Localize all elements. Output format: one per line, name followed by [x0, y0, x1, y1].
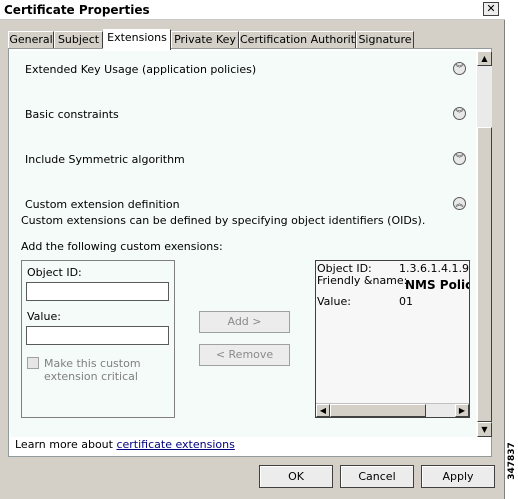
chevron-double-down-icon[interactable]: ︾: [453, 62, 466, 75]
ok-button[interactable]: OK: [259, 465, 333, 488]
panel-scroll-thumb[interactable]: [477, 127, 492, 422]
list-row-value: NMS Policy: [405, 278, 469, 292]
list-scroll-thumb[interactable]: [330, 404, 426, 417]
cancel-button[interactable]: Cancel: [340, 465, 414, 488]
tab-subject[interactable]: Subject: [54, 31, 103, 49]
custom-extension-input-group: Object ID: Value: Make this custom exten…: [21, 260, 175, 418]
tab-signature[interactable]: Signature: [356, 31, 414, 49]
extensions-scroll-area: Extended Key Usage (application policies…: [10, 51, 476, 437]
add-custom-extensions-label: Add the following custom exensions:: [21, 240, 223, 253]
object-id-input[interactable]: [26, 282, 169, 301]
custom-extension-list[interactable]: Object ID: 1.3.6.1.4.1.9. Friendly &name…: [315, 260, 470, 418]
custom-extension-description: Custom extensions can be defined by spec…: [21, 214, 426, 227]
close-icon: ✕: [486, 2, 496, 15]
value-label: Value:: [27, 310, 61, 323]
chevron-double-down-icon[interactable]: ︾: [453, 107, 466, 120]
remove-extension-button[interactable]: < Remove: [199, 344, 290, 366]
list-row-key: Value:: [317, 295, 351, 308]
scroll-right-icon[interactable]: ▶: [455, 404, 469, 417]
learn-more-text: Learn more about certificate extensions: [15, 438, 235, 451]
critical-extension-checkbox[interactable]: [27, 357, 39, 369]
section-extended-key-usage[interactable]: Extended Key Usage (application policies…: [25, 63, 256, 76]
section-include-symmetric-algorithm[interactable]: Include Symmetric algorithm: [25, 153, 185, 166]
figure-number-text: 347837: [507, 442, 517, 480]
tab-general[interactable]: General: [8, 31, 54, 49]
section-basic-constraints[interactable]: Basic constraints: [25, 108, 119, 121]
list-row-value: 1.3.6.1.4.1.9.: [399, 262, 470, 275]
chevron-double-up-icon[interactable]: ︽: [453, 197, 466, 210]
scroll-up-icon[interactable]: ▲: [477, 51, 492, 66]
title-bar: Certificate Properties ✕: [0, 0, 505, 20]
add-extension-button[interactable]: Add >: [199, 311, 290, 333]
extensions-tab-panel: Extended Key Usage (application policies…: [8, 48, 492, 457]
critical-extension-checkbox-label: Make this custom extension critical: [44, 357, 141, 383]
chevron-double-down-icon[interactable]: ︾: [453, 152, 466, 165]
list-row-value: 01: [399, 295, 413, 308]
object-id-label: Object ID:: [27, 266, 82, 279]
tab-private-key[interactable]: Private Key: [171, 31, 239, 49]
learn-more-prefix: Learn more about: [15, 438, 117, 451]
apply-button[interactable]: Apply: [421, 465, 495, 488]
section-custom-extension-definition[interactable]: Custom extension definition: [25, 198, 180, 211]
tab-certification-authority[interactable]: Certification Authority: [239, 31, 362, 49]
figure-number: 347837: [505, 432, 518, 492]
list-horizontal-scrollbar[interactable]: ◀ ▶: [316, 403, 469, 417]
close-button[interactable]: ✕: [483, 2, 499, 16]
certificate-extensions-link[interactable]: certificate extensions: [116, 438, 234, 451]
scroll-down-icon[interactable]: ▼: [477, 422, 492, 437]
certificate-properties-dialog: Certificate Properties ✕ General Subject…: [0, 0, 505, 499]
panel-vertical-scrollbar[interactable]: ▲ ▼: [477, 51, 492, 437]
value-input[interactable]: [26, 326, 169, 345]
window-title: Certificate Properties: [4, 3, 150, 17]
scroll-left-icon[interactable]: ◀: [316, 404, 330, 417]
tab-extensions[interactable]: Extensions: [103, 29, 171, 50]
list-row-key: Friendly &name:: [317, 274, 408, 287]
